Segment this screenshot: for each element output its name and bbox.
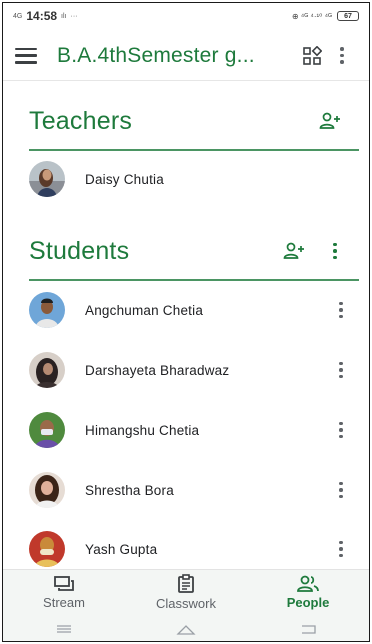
more-vert-icon[interactable] [329, 475, 353, 505]
students-divider [29, 279, 359, 281]
students-header: Students [3, 229, 369, 273]
notification-dots: ··· [70, 12, 78, 20]
student-name: Shrestha Bora [85, 482, 174, 498]
home-icon[interactable] [166, 617, 206, 641]
avatar [29, 472, 65, 508]
more-vert-icon[interactable] [329, 355, 353, 385]
bottom-navigation: Stream Classwork People [3, 569, 369, 615]
avatar [29, 352, 65, 388]
add-student-button[interactable] [277, 234, 311, 268]
stream-icon [54, 576, 74, 591]
status-bar: 4G 14:58 ılı ··· ⊕ ⁴ᴳ ⁴·¹⁰ ⁴ᴳ 67 [3, 3, 369, 29]
teachers-title: Teachers [29, 106, 133, 135]
more-vert-icon[interactable] [329, 534, 353, 564]
nav-stream[interactable]: Stream [3, 570, 125, 615]
student-row[interactable]: Darshayeta Bharadwaz [3, 348, 369, 392]
avatar [29, 292, 65, 328]
signal-indicator: ılı [61, 12, 67, 20]
student-row[interactable]: Yash Gupta [3, 527, 369, 571]
qr-code-icon[interactable] [297, 41, 327, 71]
nav-people[interactable]: People [247, 570, 369, 615]
network-indicator: 4G [13, 12, 23, 20]
add-teacher-button[interactable] [313, 104, 347, 138]
teacher-row[interactable]: Daisy Chutia [3, 157, 369, 201]
more-vert-icon[interactable] [329, 415, 353, 445]
student-row[interactable]: Himangshu Chetia [3, 408, 369, 452]
more-vert-icon[interactable] [327, 41, 357, 71]
student-name: Angchuman Chetia [85, 302, 204, 318]
person-add-icon [319, 112, 340, 129]
hamburger-icon[interactable] [15, 47, 37, 64]
students-more-icon[interactable] [323, 236, 347, 266]
avatar [29, 531, 65, 567]
student-name: Himangshu Chetia [85, 422, 200, 438]
class-title: B.A.4thSemester g... [57, 43, 255, 67]
app-screen: 4G 14:58 ılı ··· ⊕ ⁴ᴳ ⁴·¹⁰ ⁴ᴳ 67 B.A.4th… [2, 2, 370, 642]
nav-stream-label: Stream [43, 595, 85, 610]
teacher-name: Daisy Chutia [85, 171, 164, 187]
back-icon[interactable] [288, 617, 328, 641]
person-add-icon [283, 242, 304, 259]
student-row[interactable]: Shrestha Bora [3, 468, 369, 512]
student-name: Yash Gupta [85, 541, 158, 557]
students-title: Students [29, 236, 130, 265]
clock: 14:58 [26, 9, 58, 23]
system-navigation-bar [3, 615, 369, 641]
battery-icon: 67 [337, 11, 359, 21]
avatar [29, 161, 65, 197]
student-row[interactable]: Angchuman Chetia [3, 288, 369, 332]
student-name: Darshayeta Bharadwaz [85, 362, 230, 378]
status-icons: ⊕ ⁴ᴳ ⁴·¹⁰ ⁴ᴳ [291, 11, 332, 21]
people-icon [297, 575, 319, 592]
classwork-icon [178, 574, 194, 593]
teachers-divider [29, 149, 359, 151]
more-vert-icon[interactable] [329, 295, 353, 325]
teachers-header: Teachers [3, 99, 369, 143]
nav-people-label: People [286, 595, 330, 610]
avatar [29, 412, 65, 448]
app-bar: B.A.4thSemester g... [3, 31, 369, 81]
nav-classwork-label: Classwork [156, 596, 216, 611]
nav-classwork[interactable]: Classwork [125, 570, 247, 615]
recents-icon[interactable] [44, 617, 84, 641]
